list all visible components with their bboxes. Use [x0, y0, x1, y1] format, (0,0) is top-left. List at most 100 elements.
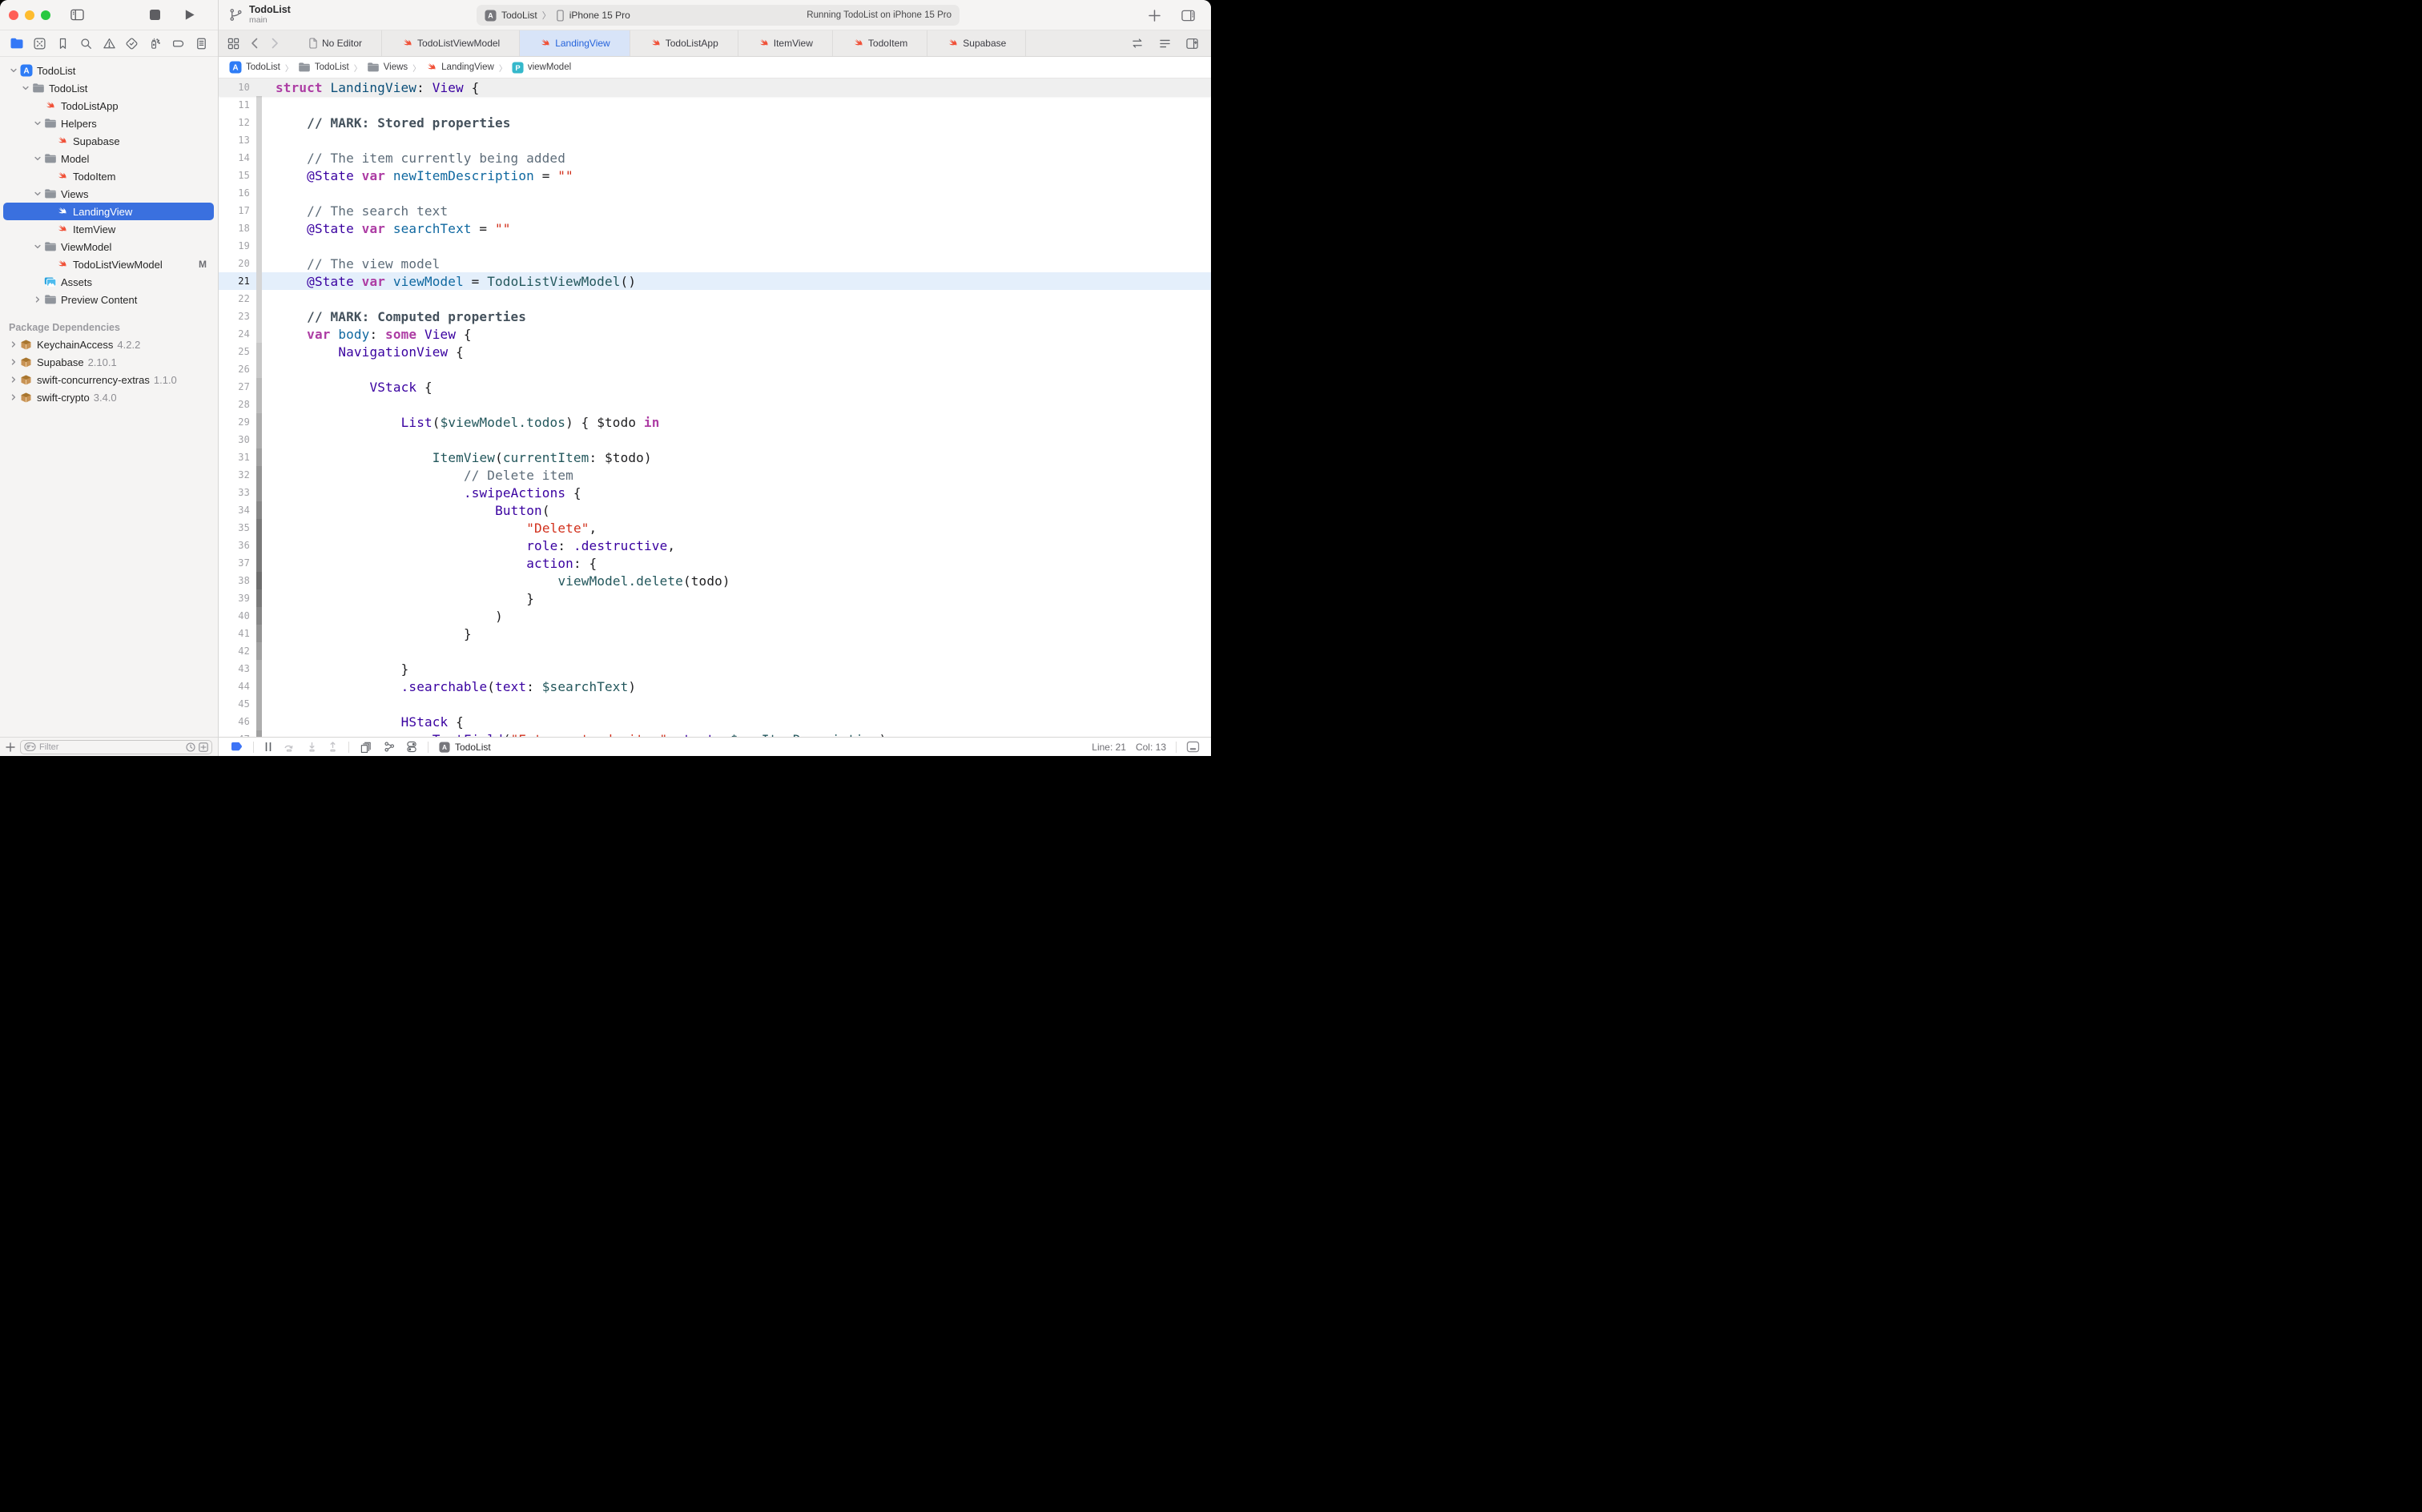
sidebar-item-todoitem[interactable]: TodoItem	[0, 167, 218, 185]
tab-supabase[interactable]: Supabase	[927, 30, 1026, 56]
code-line[interactable]: 37action: {	[219, 554, 1211, 572]
code-line[interactable]: 28	[219, 396, 1211, 413]
chevron-down-icon[interactable]	[32, 190, 43, 198]
code-line[interactable]: 42	[219, 642, 1211, 660]
fold-ribbon[interactable]	[256, 554, 262, 572]
step-into-icon[interactable]	[307, 742, 317, 753]
fold-ribbon[interactable]	[256, 607, 262, 625]
package-item-swift-concurrency-extras[interactable]: swift-concurrency-extras1.1.0	[0, 371, 218, 388]
breadcrumb-item-viewmodel[interactable]: PviewModel	[512, 62, 571, 74]
chevron-right-icon[interactable]	[8, 376, 19, 384]
sidebar-item-todolistviewmodel[interactable]: TodoListViewModelM	[0, 255, 218, 273]
runtime-toggles-icon[interactable]	[406, 741, 417, 753]
package-item-supabase[interactable]: Supabase2.10.1	[0, 353, 218, 371]
code-line[interactable]: 19	[219, 237, 1211, 255]
code-line[interactable]: 26	[219, 360, 1211, 378]
code-line[interactable]: 17// The search text	[219, 202, 1211, 219]
bookmarks-navigator-icon[interactable]	[54, 34, 73, 53]
fold-ribbon[interactable]	[256, 396, 262, 413]
fold-ribbon[interactable]	[256, 484, 262, 501]
tests-navigator-icon[interactable]	[123, 34, 142, 53]
code-line[interactable]: 45	[219, 695, 1211, 713]
chevron-down-icon[interactable]	[20, 84, 31, 92]
code-line[interactable]: 20// The view model	[219, 255, 1211, 272]
stop-button[interactable]	[144, 6, 165, 25]
zoom-window-button[interactable]	[41, 10, 50, 20]
minimize-window-button[interactable]	[25, 10, 34, 20]
sidebar-item-landingview[interactable]: LandingView	[0, 203, 218, 220]
code-line[interactable]: 11	[219, 96, 1211, 114]
breakpoints-toggle-icon[interactable]	[231, 742, 243, 752]
close-window-button[interactable]	[9, 10, 18, 20]
fold-ribbon[interactable]	[256, 290, 262, 308]
pause-execution-icon[interactable]	[264, 742, 272, 752]
fold-ribbon[interactable]	[256, 131, 262, 149]
tab-todolistviewmodel[interactable]: TodoListViewModel	[382, 30, 520, 56]
code-line[interactable]: 40)	[219, 607, 1211, 625]
tab-todolistapp[interactable]: TodoListApp	[630, 30, 738, 56]
code-line[interactable]: 27VStack {	[219, 378, 1211, 396]
run-button[interactable]	[179, 6, 200, 25]
chevron-down-icon[interactable]	[8, 66, 19, 74]
tab-todoitem[interactable]: TodoItem	[833, 30, 927, 56]
fold-ribbon[interactable]	[256, 501, 262, 519]
sidebar-item-todolist[interactable]: TodoList	[0, 79, 218, 97]
fold-ribbon[interactable]	[256, 378, 262, 396]
fold-ribbon[interactable]	[256, 448, 262, 466]
fold-ribbon[interactable]	[256, 325, 262, 343]
breadcrumb-item-todolist[interactable]: ATodoList	[229, 61, 280, 74]
fold-ribbon[interactable]	[256, 519, 262, 537]
toggle-inspector-icon[interactable]	[1177, 6, 1198, 25]
code-line[interactable]: 10struct LandingView: View {	[219, 78, 1211, 96]
tab-itemview[interactable]: ItemView	[738, 30, 833, 56]
code-line[interactable]: 41}	[219, 625, 1211, 642]
code-line[interactable]: 34Button(	[219, 501, 1211, 519]
toggle-sidebar-icon[interactable]	[66, 6, 87, 25]
code-line[interactable]: 47TextField("Enter a to-do item", text: …	[219, 730, 1211, 737]
find-navigator-icon[interactable]	[76, 34, 95, 53]
tab-no-editor[interactable]: No Editor	[289, 30, 382, 56]
sidebar-item-supabase[interactable]: Supabase	[0, 132, 218, 150]
chevron-down-icon[interactable]	[32, 243, 43, 251]
code-line[interactable]: 33.swipeActions {	[219, 484, 1211, 501]
source-control-navigator-icon[interactable]	[30, 34, 50, 53]
code-line-current[interactable]: 21@State var viewModel = TodoListViewMod…	[219, 272, 1211, 290]
sidebar-item-todolistapp[interactable]: TodoListApp	[0, 97, 218, 115]
code-line[interactable]: 25NavigationView {	[219, 343, 1211, 360]
code-line[interactable]: 29List($viewModel.todos) { $todo in	[219, 413, 1211, 431]
sidebar-item-todolist[interactable]: ATodoList	[0, 62, 218, 79]
source-editor[interactable]: 10struct LandingView: View {1112// MARK:…	[219, 78, 1211, 737]
code-line[interactable]: 23// MARK: Computed properties	[219, 308, 1211, 325]
chevron-right-icon[interactable]	[8, 340, 19, 348]
fold-ribbon[interactable]	[256, 642, 262, 660]
package-item-keychainaccess[interactable]: KeychainAccess4.2.2	[0, 336, 218, 353]
tab-landingview[interactable]: LandingView	[520, 30, 630, 56]
fold-ribbon[interactable]	[256, 572, 262, 589]
run-destination[interactable]: iPhone 15 Pro	[569, 10, 630, 21]
code-line[interactable]: 16	[219, 184, 1211, 202]
fold-ribbon[interactable]	[256, 713, 262, 730]
code-line[interactable]: 24var body: some View {	[219, 325, 1211, 343]
swap-editor-icon[interactable]	[1128, 34, 1147, 53]
project-navigator-icon[interactable]	[7, 34, 26, 53]
code-line[interactable]: 14// The item currently being added	[219, 149, 1211, 167]
toggle-debug-console-icon[interactable]	[1186, 741, 1200, 753]
fold-ribbon[interactable]	[256, 272, 262, 290]
chevron-right-icon[interactable]	[8, 393, 19, 401]
add-editor-icon[interactable]	[1182, 34, 1201, 53]
code-line[interactable]: 31ItemView(currentItem: $todo)	[219, 448, 1211, 466]
fold-ribbon[interactable]	[256, 660, 262, 678]
related-items-grid-icon[interactable]	[223, 34, 243, 53]
fold-ribbon[interactable]	[256, 96, 262, 114]
code-line[interactable]: 46HStack {	[219, 713, 1211, 730]
code-line[interactable]: 38viewModel.delete(todo)	[219, 572, 1211, 589]
memory-graph-icon[interactable]	[383, 741, 396, 753]
editor-options-icon[interactable]	[1155, 34, 1174, 53]
breadcrumb-item-landingview[interactable]: LandingView	[425, 62, 494, 74]
sidebar-item-views[interactable]: Views	[0, 185, 218, 203]
issues-navigator-icon[interactable]	[99, 34, 119, 53]
package-item-swift-crypto[interactable]: swift-crypto3.4.0	[0, 388, 218, 406]
fold-ribbon[interactable]	[256, 625, 262, 642]
breakpoints-navigator-icon[interactable]	[168, 34, 187, 53]
scheme-destination-picker[interactable]: A TodoList 〉 iPhone 15 Pro Running TodoL…	[477, 5, 960, 26]
